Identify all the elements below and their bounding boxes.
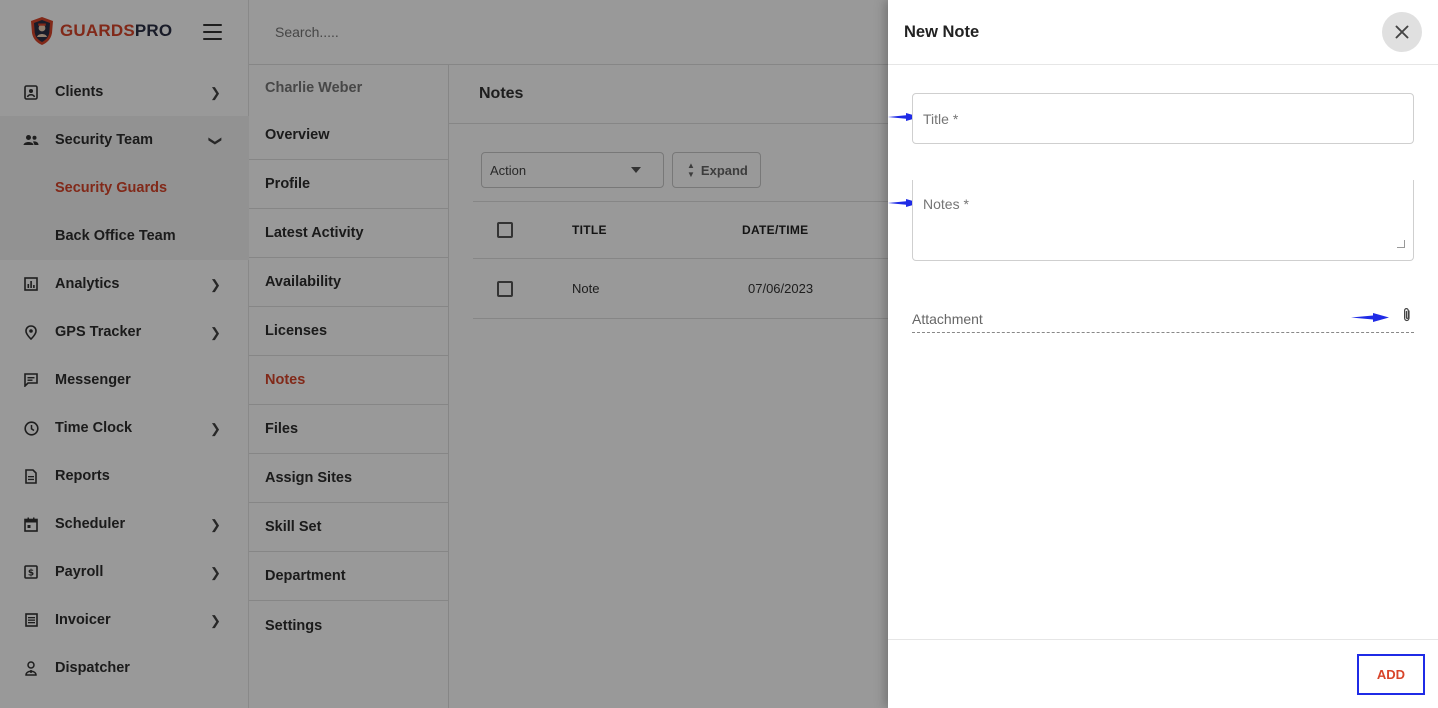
notes-field[interactable] [912, 180, 1414, 261]
add-button[interactable]: ADD [1357, 654, 1425, 695]
drawer-title: New Note [904, 22, 980, 41]
drawer-footer: ADD [888, 639, 1438, 708]
title-field[interactable] [912, 93, 1414, 144]
close-icon [1395, 25, 1409, 39]
attachment-label: Attachment [912, 310, 983, 327]
notes-textarea[interactable] [913, 180, 1413, 246]
drawer-header: New Note [888, 0, 1438, 65]
resize-grip-icon[interactable] [1397, 240, 1405, 248]
arrow-annotation-icon [1351, 313, 1389, 322]
close-button[interactable] [1382, 12, 1422, 52]
attachment-field[interactable]: Attachment [912, 305, 1414, 333]
paperclip-icon[interactable] [1401, 307, 1413, 323]
modal-backdrop[interactable] [0, 0, 888, 708]
title-input[interactable] [913, 94, 1413, 143]
new-note-drawer: New Note Attachment ADD [888, 0, 1438, 708]
